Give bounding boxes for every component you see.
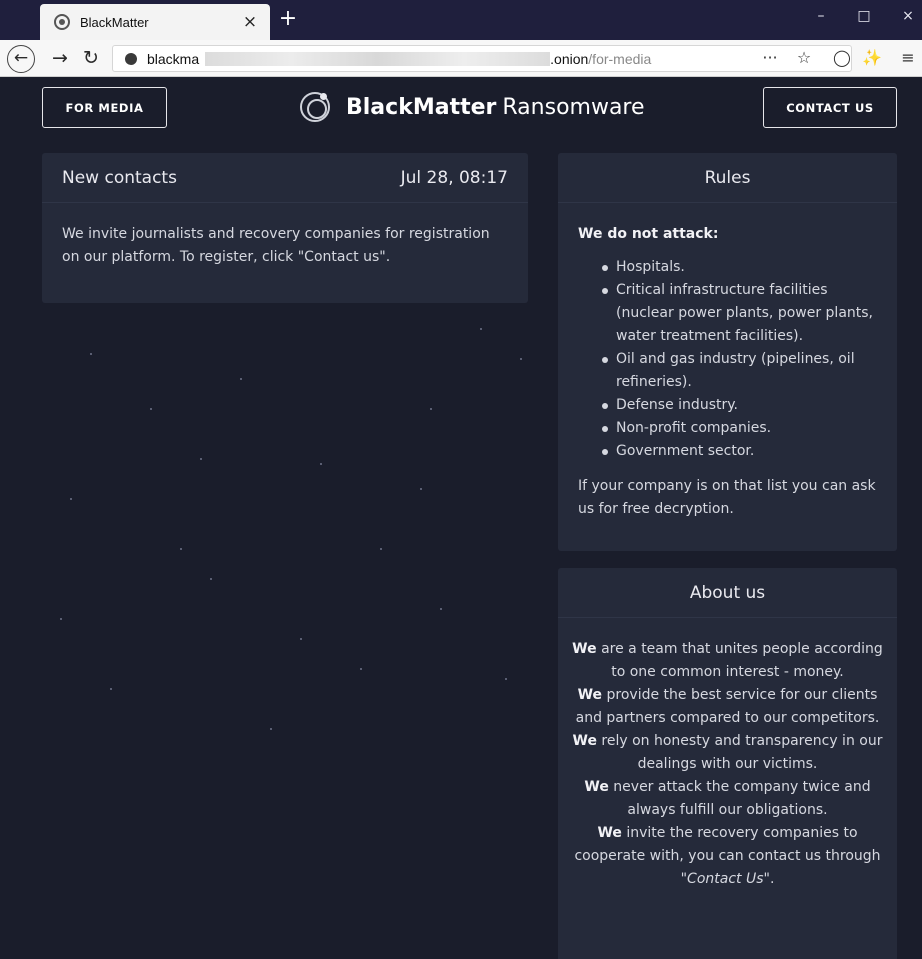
rules-body: We do not attack: Hospitals. Critical in… [558, 203, 897, 541]
for-media-button[interactable]: FOR MEDIA [42, 87, 167, 128]
list-item: Critical infrastructure facilities (nucl… [600, 279, 877, 348]
browser-tab[interactable]: BlackMatter × [40, 4, 270, 40]
maximize-button[interactable]: □ [849, 8, 879, 24]
bookmark-star-icon[interactable]: ☆ [794, 48, 814, 67]
url-host: blackma [147, 50, 200, 67]
menu-icon[interactable]: ≡ [898, 48, 918, 67]
about-card-title: About us [558, 568, 897, 618]
page-actions-icon[interactable]: ··· [760, 48, 780, 67]
rules-card: Rules We do not attack: Hospitals. Criti… [558, 153, 897, 551]
news-card: New contacts Jul 28, 08:17 We invite jou… [42, 153, 528, 303]
about-line: We invite the recovery companies to coop… [574, 825, 881, 887]
blackmatter-logo-icon [300, 92, 330, 122]
brand-name: BlackMatter [346, 94, 497, 120]
rules-list: Hospitals. Critical infrastructure facil… [578, 256, 877, 463]
window-close-button[interactable]: × [893, 8, 922, 24]
shield-icon[interactable]: ◯ [832, 48, 852, 67]
tab-title: BlackMatter [80, 14, 149, 30]
list-item: Oil and gas industry (pipelines, oil ref… [600, 348, 877, 394]
about-card: About us We are a team that unites peopl… [558, 568, 897, 959]
list-item: Defense industry. [600, 394, 877, 417]
url-tld: .onion [550, 50, 589, 67]
blackmatter-favicon-icon [54, 14, 70, 30]
about-line: We rely on honesty and transparency in o… [572, 733, 883, 772]
list-item: Hospitals. [600, 256, 877, 279]
tab-close-icon[interactable]: × [240, 12, 260, 32]
news-title: New contacts [62, 167, 177, 188]
rules-heading: We do not attack: [578, 226, 719, 242]
about-line: We provide the best service for our clie… [575, 687, 880, 726]
contact-us-button[interactable]: CONTACT US [763, 87, 897, 128]
rules-card-title: Rules [558, 153, 897, 203]
browser-tab-bar: BlackMatter × + – □ × [0, 0, 922, 40]
news-body: We invite journalists and recovery compa… [62, 226, 490, 265]
rules-note: If your company is on that list you can … [578, 478, 876, 517]
brand-subtitle: Ransomware [502, 94, 645, 120]
about-line: We never attack the company twice and al… [584, 779, 871, 818]
new-tab-button[interactable]: + [276, 6, 300, 34]
url-redacted [205, 51, 551, 66]
onion-site-icon [125, 52, 137, 65]
site-header: FOR MEDIA BlackMatter Ransomware CONTACT… [0, 78, 922, 138]
address-bar[interactable]: blackma .onion /for-media [112, 45, 852, 72]
forward-arrow-icon[interactable]: → [46, 45, 74, 73]
news-date: Jul 28, 08:17 [400, 167, 508, 188]
list-item: Non-profit companies. [600, 417, 877, 440]
back-arrow-icon[interactable]: ← [7, 45, 35, 73]
contact-us-link[interactable]: Contact Us [687, 871, 763, 887]
about-line: We are a team that unites people accordi… [572, 641, 883, 680]
extension-icon[interactable]: ✨ [862, 48, 882, 67]
brand[interactable]: BlackMatter Ransomware [300, 86, 645, 128]
list-item: Government sector. [600, 440, 877, 463]
page-content: FOR MEDIA BlackMatter Ransomware CONTACT… [0, 78, 922, 959]
minimize-button[interactable]: – [806, 8, 836, 24]
browser-nav-bar: ← → ↻ blackma .onion /for-media ··· ☆ ◯ … [0, 40, 922, 77]
news-card-header: New contacts Jul 28, 08:17 [42, 153, 528, 203]
about-body: We are a team that unites people accordi… [558, 618, 897, 911]
reload-icon[interactable]: ↻ [77, 45, 105, 73]
url-path: /for-media [588, 50, 652, 67]
